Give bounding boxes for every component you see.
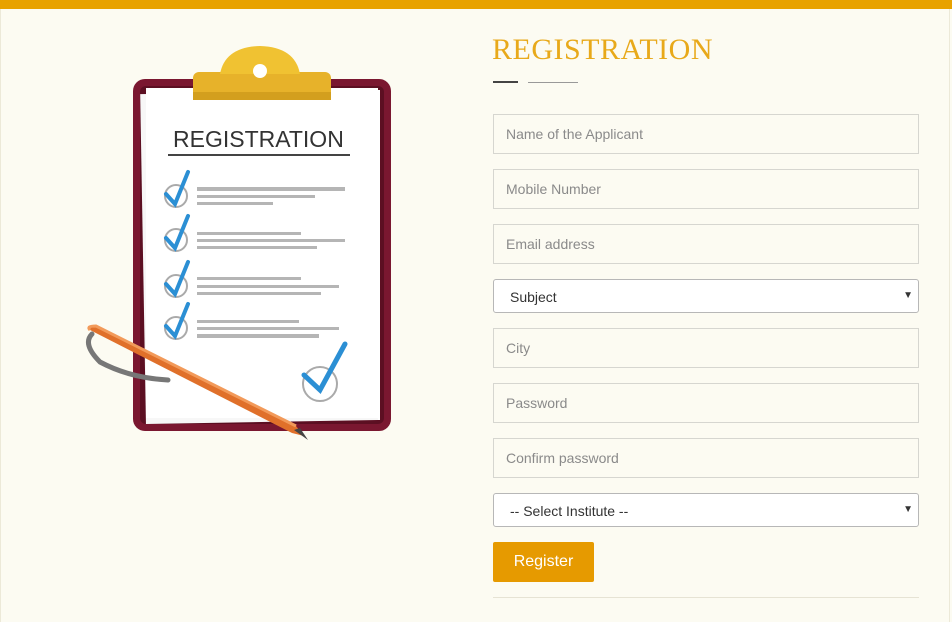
clipboard-icon bbox=[133, 46, 391, 431]
password-field[interactable] bbox=[493, 383, 919, 423]
city-field[interactable] bbox=[493, 328, 919, 368]
chevron-down-icon: ▼ bbox=[903, 290, 913, 301]
title-underline bbox=[528, 82, 578, 83]
register-button[interactable]: Register bbox=[493, 542, 594, 582]
form-divider bbox=[493, 597, 919, 598]
institute-select[interactable]: -- Select Institute -- ▼ bbox=[493, 493, 919, 527]
top-accent-bar bbox=[0, 0, 952, 9]
email-field[interactable] bbox=[493, 224, 919, 264]
mobile-number-field[interactable] bbox=[493, 169, 919, 209]
registration-illustration: REGISTRATION bbox=[85, 46, 391, 440]
subject-select-value: Subject bbox=[510, 289, 557, 305]
confirm-password-field[interactable] bbox=[493, 438, 919, 478]
applicant-name-field[interactable] bbox=[493, 114, 919, 154]
page-title: REGISTRATION bbox=[492, 33, 713, 66]
subject-select[interactable]: Subject ▼ bbox=[493, 279, 919, 313]
institute-select-value: -- Select Institute -- bbox=[510, 503, 629, 519]
illustration-heading: REGISTRATION bbox=[173, 126, 344, 152]
chevron-down-icon: ▼ bbox=[903, 504, 913, 515]
title-underline bbox=[493, 81, 518, 83]
